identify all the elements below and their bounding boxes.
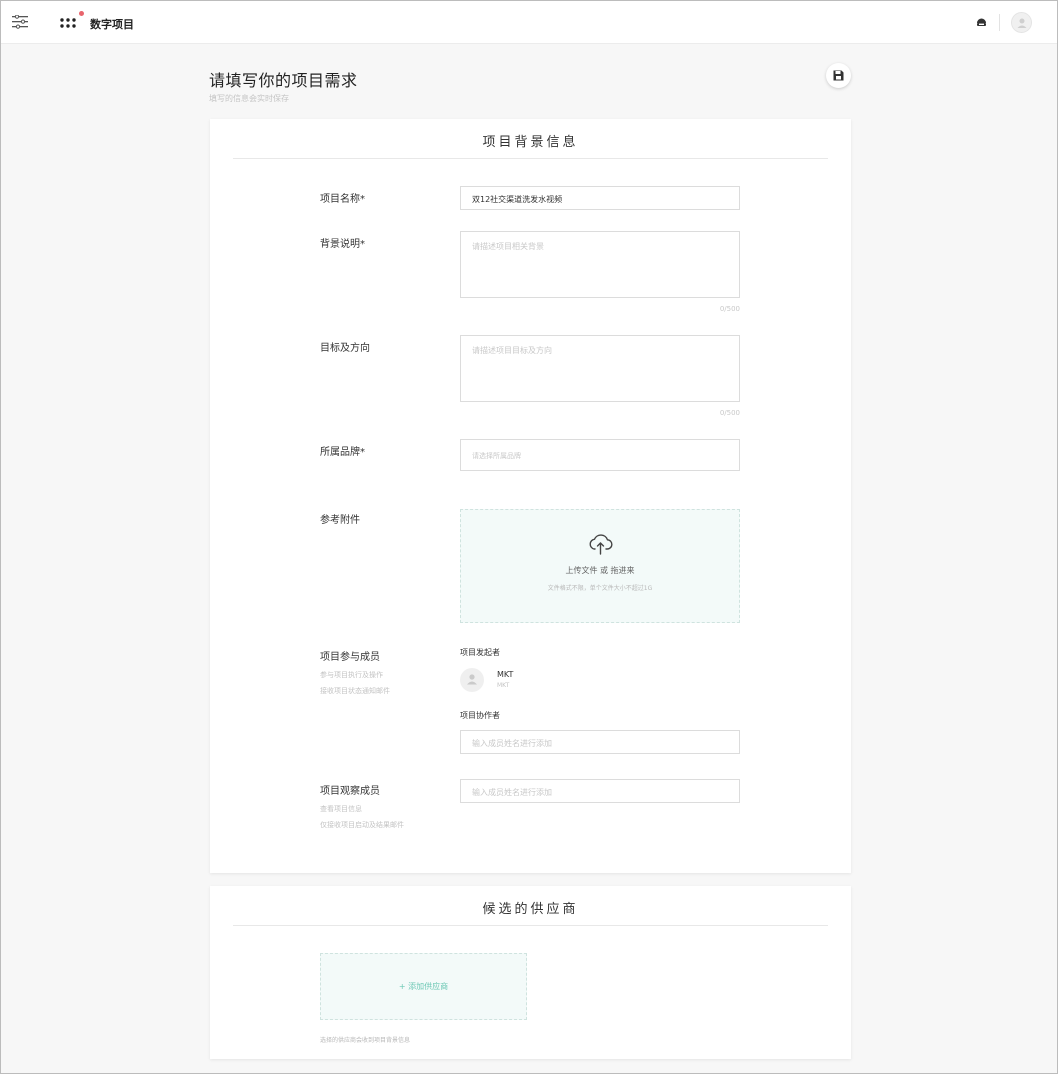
initiator-avatar bbox=[460, 668, 484, 692]
upload-text: 上传文件 或 拖进来 bbox=[565, 566, 635, 575]
top-bar: 数字项目 bbox=[1, 1, 1057, 44]
observers-hint-2: 仅接收项目启动及结果邮件 bbox=[320, 821, 404, 829]
user-icon bbox=[467, 674, 477, 685]
topbar-divider bbox=[999, 14, 1000, 31]
initiator-name: MKT bbox=[497, 670, 514, 679]
page-title: 请填写你的项目需求 bbox=[209, 71, 358, 90]
menu-icon[interactable] bbox=[12, 15, 28, 29]
floppy-disk-icon bbox=[833, 70, 844, 81]
vendor-hint: 选择的供应商会收到项目背景信息 bbox=[320, 1037, 411, 1044]
background-textarea[interactable]: 请描述项目相关背景 bbox=[460, 231, 740, 298]
upload-dropzone[interactable]: 上传文件 或 拖进来 文件格式不限，单个文件大小不超过1G bbox=[460, 509, 740, 623]
collaborator-input[interactable]: 输入成员姓名进行添加 bbox=[460, 730, 740, 754]
project-name-input[interactable]: 双12社交渠道洗发水视频 bbox=[460, 186, 740, 210]
observers-hint-1: 查看项目信息 bbox=[320, 805, 362, 813]
background-label: 背景说明* bbox=[320, 239, 365, 250]
user-avatar[interactable] bbox=[1011, 12, 1032, 33]
project-background-card: 项目背景信息 项目名称* 双12社交渠道洗发水视频 背景说明* 请描述项目相关背… bbox=[210, 119, 851, 873]
project-name-label: 项目名称* bbox=[320, 194, 365, 205]
observers-input[interactable]: 输入成员姓名进行添加 bbox=[460, 779, 740, 803]
notification-dot bbox=[79, 11, 84, 16]
members-hint-1: 参与项目执行及操作 bbox=[320, 671, 383, 679]
brand-label: 所属品牌* bbox=[320, 447, 365, 458]
cloud-upload-icon bbox=[589, 534, 613, 555]
initiator-role: MKT bbox=[497, 682, 510, 689]
upload-hint: 文件格式不限，单个文件大小不超过1G bbox=[547, 585, 653, 592]
save-button[interactable] bbox=[826, 63, 851, 88]
goal-textarea[interactable]: 请描述项目目标及方向 bbox=[460, 335, 740, 402]
apps-grid-icon[interactable] bbox=[60, 17, 76, 29]
add-vendor-button[interactable]: + 添加供应商 bbox=[320, 953, 527, 1020]
collaborator-label: 项目协作者 bbox=[460, 711, 500, 720]
vendor-card: 候选的供应商 + 添加供应商 选择的供应商会收到项目背景信息 bbox=[210, 886, 851, 1059]
initiator-label: 项目发起者 bbox=[460, 648, 500, 657]
background-counter: 0/500 bbox=[719, 305, 740, 313]
section-title-vendors: 候选的供应商 bbox=[482, 902, 579, 917]
brand-select[interactable]: 请选择所属品牌 bbox=[460, 439, 740, 471]
section-divider bbox=[233, 925, 828, 926]
helmet-icon[interactable] bbox=[976, 17, 987, 28]
section-divider bbox=[233, 158, 828, 159]
attachment-label: 参考附件 bbox=[320, 515, 360, 526]
page-subtitle: 填写的信息会实时保存 bbox=[209, 94, 289, 103]
goal-counter: 0/500 bbox=[719, 409, 740, 417]
observers-label: 项目观察成员 bbox=[320, 786, 380, 797]
goal-label: 目标及方向 bbox=[320, 343, 370, 354]
members-hint-2: 接收项目状态通知邮件 bbox=[320, 687, 390, 695]
section-title-background: 项目背景信息 bbox=[482, 135, 579, 150]
app-title[interactable]: 数字项目 bbox=[90, 16, 134, 32]
members-label: 项目参与成员 bbox=[320, 652, 380, 663]
user-avatar-icon bbox=[1017, 18, 1027, 28]
